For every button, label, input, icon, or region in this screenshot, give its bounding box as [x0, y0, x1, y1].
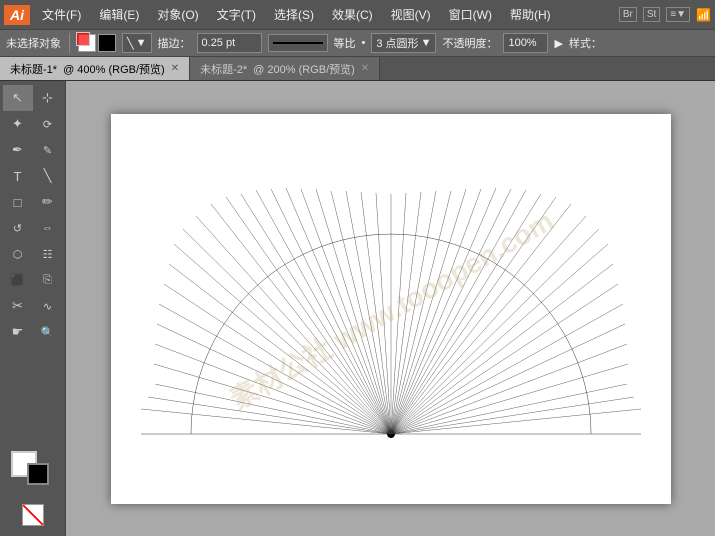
tab-1-detail: @ 400% (RGB/预览): [63, 61, 165, 77]
artwork-svg: [111, 114, 671, 504]
stroke-swatches: [78, 34, 116, 52]
menu-bar: Ai 文件(F) 编辑(E) 对象(O) 文字(T) 选择(S) 效果(C) 视…: [0, 0, 715, 29]
menu-select[interactable]: 选择(S): [270, 4, 318, 25]
menu-window[interactable]: 窗口(W): [445, 4, 496, 25]
view-toggle[interactable]: ≡▼: [666, 7, 690, 22]
opacity-input[interactable]: [503, 33, 548, 53]
selection-tool[interactable]: ↖: [3, 85, 33, 111]
menu-help[interactable]: 帮助(H): [506, 4, 555, 25]
no-selection-label: 未选择对象: [6, 35, 61, 51]
tool-row-3: ✒ ✎: [0, 137, 65, 163]
opacity-arrow[interactable]: ▶: [554, 37, 562, 50]
style-label: 样式：: [569, 35, 602, 51]
eraser-tool[interactable]: ∿: [33, 293, 63, 319]
tabs-bar: 未标题-1* @ 400% (RGB/预览) ✕ 未标题-2* @ 200% (…: [0, 57, 715, 81]
free-transform-tool[interactable]: ☷: [33, 241, 63, 267]
tab-1-close[interactable]: ✕: [171, 63, 179, 74]
tab-1[interactable]: 未标题-1* @ 400% (RGB/预览) ✕: [0, 57, 190, 80]
type-tool[interactable]: T: [3, 163, 33, 189]
canvas-area[interactable]: 素材公社 www.tooopen.com: [66, 81, 715, 536]
stroke-label: 描边：: [158, 35, 191, 51]
dot-separator: •: [362, 37, 366, 49]
reflect-tool[interactable]: ⇔: [33, 215, 63, 241]
right-icons: Br St ≡▼ 📶: [619, 7, 711, 22]
hand-tool[interactable]: ☛: [3, 319, 33, 345]
none-swatch[interactable]: [22, 504, 44, 526]
ratio-label: 等比: [334, 35, 356, 51]
left-toolbar: ↖ ⊹ ✦ ⟳ ✒ ✎ T ╲ □ ✏ ↺ ⇔ ⬡ ☷ ⬛ ⎘: [0, 81, 66, 536]
pen-tool[interactable]: ✒: [3, 137, 33, 163]
tab-2-detail: @ 200% (RGB/预览): [253, 61, 355, 77]
menu-edit[interactable]: 编辑(E): [95, 4, 143, 25]
circle-type-label: 3 点圆形: [376, 35, 418, 51]
stroke-line-icon: ╲: [127, 37, 134, 50]
tool-row-7: ⬡ ☷: [0, 241, 65, 267]
menu-items: 文件(F) 编辑(E) 对象(O) 文字(T) 选择(S) 效果(C) 视图(V…: [38, 4, 555, 25]
swatch-container: [11, 451, 55, 487]
tab-1-label: 未标题-1*: [10, 61, 57, 77]
tool-row-4: T ╲: [0, 163, 65, 189]
column-graph-tool[interactable]: ⎘: [33, 267, 63, 293]
app-logo: Ai: [4, 5, 30, 25]
stroke-line: [273, 42, 323, 44]
background-swatch[interactable]: [27, 463, 49, 485]
stroke-swatch[interactable]: [98, 34, 116, 52]
tool-row-2: ✦ ⟳: [0, 111, 65, 137]
stroke-preview: [268, 34, 328, 52]
line-tool[interactable]: ╲: [33, 163, 63, 189]
tool-row-6: ↺ ⇔: [0, 215, 65, 241]
menu-object[interactable]: 对象(O): [153, 4, 202, 25]
stroke-type-dropdown[interactable]: ╲▼: [122, 33, 152, 53]
tool-row-1: ↖ ⊹: [0, 85, 65, 111]
tool-row-8: ⬛ ⎘: [0, 267, 65, 293]
options-bar: 未选择对象 ╲▼ 描边： 等比 • 3 点圆形 ▼ 不透明度： ▶ 样式：: [0, 29, 715, 57]
menu-file[interactable]: 文件(F): [38, 4, 85, 25]
menu-effect[interactable]: 效果(C): [328, 4, 377, 25]
opacity-label: 不透明度：: [442, 35, 497, 51]
lasso-tool[interactable]: ⟳: [33, 111, 63, 137]
warp-tool[interactable]: ⬡: [3, 241, 33, 267]
direct-selection-tool[interactable]: ⊹: [33, 85, 63, 111]
tool-row-5: □ ✏: [0, 189, 65, 215]
tab-2-close[interactable]: ✕: [361, 63, 369, 74]
tool-row-10: ☛ 🔍: [0, 319, 65, 345]
circle-type-dropdown[interactable]: 3 点圆形 ▼: [371, 33, 436, 53]
pencil-tool[interactable]: ✏: [33, 189, 63, 215]
zoom-tool[interactable]: 🔍: [33, 319, 63, 345]
symbol-sprayer-tool[interactable]: ⬛: [3, 267, 33, 293]
menu-type[interactable]: 文字(T): [213, 4, 260, 25]
rotate-tool[interactable]: ↺: [3, 215, 33, 241]
tool-row-9: ✂ ∿: [0, 293, 65, 319]
scissors-tool[interactable]: ✂: [3, 293, 33, 319]
rect-tool[interactable]: □: [3, 189, 33, 215]
add-anchor-tool[interactable]: ✎: [33, 137, 63, 163]
color-swatches: [11, 451, 55, 532]
divider1: [69, 33, 70, 53]
br-icon: Br: [619, 7, 637, 22]
st-icon: St: [643, 7, 660, 22]
stroke-width-input[interactable]: [197, 33, 262, 53]
tab-2-label: 未标题-2*: [200, 61, 247, 77]
menu-view[interactable]: 视图(V): [387, 4, 435, 25]
connection-icon: 📶: [696, 8, 711, 22]
magic-wand-tool[interactable]: ✦: [3, 111, 33, 137]
main-area: ↖ ⊹ ✦ ⟳ ✒ ✎ T ╲ □ ✏ ↺ ⇔ ⬡ ☷ ⬛ ⎘: [0, 81, 715, 536]
canvas: 素材公社 www.tooopen.com: [111, 114, 671, 504]
fill-swatch[interactable]: [78, 34, 96, 52]
tab-2[interactable]: 未标题-2* @ 200% (RGB/预览) ✕: [190, 57, 380, 80]
